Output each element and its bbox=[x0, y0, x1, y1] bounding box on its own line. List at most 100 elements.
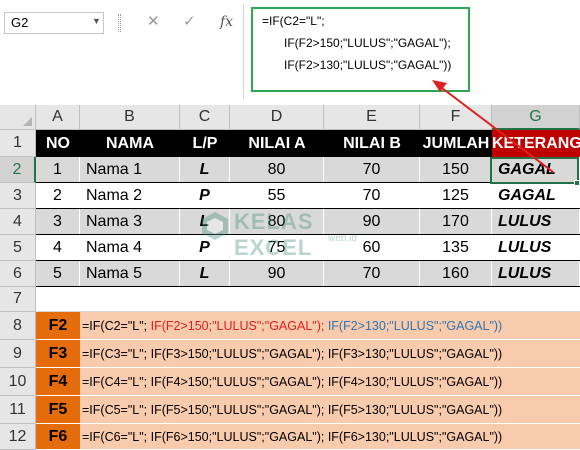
cell-keterangan[interactable]: LULUS bbox=[492, 209, 580, 234]
formula-cell-label[interactable]: F3 bbox=[36, 340, 80, 368]
row-header-11[interactable]: 11 bbox=[0, 396, 36, 424]
cell-keterangan[interactable]: LULUS bbox=[492, 261, 580, 286]
formula-part-false: IF(F6>130;"LULUS";"GAGAL")) bbox=[324, 430, 503, 444]
cell-nilai-b[interactable]: 70 bbox=[324, 183, 420, 208]
formula-cell-label[interactable]: F4 bbox=[36, 368, 80, 396]
cell-no[interactable]: 4 bbox=[36, 235, 80, 260]
cell-no[interactable]: 1 bbox=[36, 157, 80, 182]
formula-cell-label[interactable]: F5 bbox=[36, 396, 80, 424]
cell-jumlah[interactable]: 160 bbox=[420, 261, 492, 286]
cell-jumlah[interactable]: 150 bbox=[420, 157, 492, 182]
column-header-a[interactable]: A bbox=[36, 105, 80, 130]
cell-nilai-b[interactable]: 70 bbox=[324, 261, 420, 286]
cell-lp[interactable]: L bbox=[180, 209, 230, 234]
enter-icon[interactable]: ✓ bbox=[183, 12, 196, 32]
formula-bar-splitter[interactable] bbox=[118, 14, 121, 32]
formula-cell-label[interactable]: F2 bbox=[36, 312, 80, 340]
cell-nama[interactable]: Nama 5 bbox=[80, 261, 180, 286]
column-header-c[interactable]: C bbox=[180, 105, 230, 130]
name-box-value: G2 bbox=[11, 15, 29, 30]
cancel-icon[interactable]: ✕ bbox=[147, 12, 160, 32]
column-header-d[interactable]: D bbox=[230, 105, 324, 130]
formula-input[interactable]: =IF(C2="L"; IF(F2>150;"LULUS";"GAGAL"); … bbox=[251, 7, 470, 92]
header-keterangan[interactable]: KETERANGAN bbox=[492, 130, 580, 157]
row-header-4[interactable]: 4 bbox=[0, 209, 36, 235]
worksheet-grid: A B C D E F G 1 2 3 4 5 6 7 8 9 10 11 12… bbox=[0, 105, 580, 450]
header-nilai-b[interactable]: NILAI B bbox=[324, 130, 420, 157]
column-header-g[interactable]: G bbox=[492, 105, 580, 130]
formula-bar-area: G2 ▼ ✕ ✓ fx =IF(C2="L"; IF(F2>150;"LULUS… bbox=[0, 0, 580, 105]
name-box-dropdown-icon[interactable]: ▼ bbox=[92, 16, 101, 26]
formula-line-1: =IF(C2="L"; bbox=[262, 14, 325, 28]
cell-nilai-b[interactable]: 70 bbox=[324, 157, 420, 182]
cell-nama[interactable]: Nama 2 bbox=[80, 183, 180, 208]
row-header-8[interactable]: 8 bbox=[0, 312, 36, 340]
cell-nilai-b[interactable]: 60 bbox=[324, 235, 420, 260]
column-header-b[interactable]: B bbox=[80, 105, 180, 130]
row-header-6[interactable]: 6 bbox=[0, 261, 36, 287]
header-lp[interactable]: L/P bbox=[180, 130, 230, 157]
row-header-5[interactable]: 5 bbox=[0, 235, 36, 261]
cell-no[interactable]: 2 bbox=[36, 183, 80, 208]
header-no[interactable]: NO bbox=[36, 130, 80, 157]
formula-part-condition: =IF(C4="L"; bbox=[82, 375, 151, 389]
cell-nama[interactable]: Nama 1 bbox=[80, 157, 180, 182]
cell-lp[interactable]: L bbox=[180, 261, 230, 286]
column-header-e[interactable]: E bbox=[324, 105, 420, 130]
cell-jumlah[interactable]: 170 bbox=[420, 209, 492, 234]
formula-part-true: IF(F3>150;"LULUS";"GAGAL"); bbox=[150, 347, 325, 361]
column-header-f[interactable]: F bbox=[420, 105, 492, 130]
cell-keterangan[interactable]: GAGAL bbox=[492, 183, 580, 208]
cell-jumlah[interactable]: 125 bbox=[420, 183, 492, 208]
cell-nama[interactable]: Nama 3 bbox=[80, 209, 180, 234]
cell-no[interactable]: 3 bbox=[36, 209, 80, 234]
formula-part-false: IF(F3>130;"LULUS";"GAGAL")) bbox=[324, 347, 503, 361]
cell-nilai-a[interactable]: 80 bbox=[230, 209, 324, 234]
name-box[interactable]: G2 bbox=[4, 12, 104, 34]
formula-text[interactable]: =IF(C5="L"; IF(F5>150;"LULUS";"GAGAL"); … bbox=[80, 396, 580, 424]
row-header-3[interactable]: 3 bbox=[0, 183, 36, 209]
cell-no[interactable]: 5 bbox=[36, 261, 80, 286]
row-header-9[interactable]: 9 bbox=[0, 340, 36, 368]
formula-text[interactable]: =IF(C6="L"; IF(F6>150;"LULUS";"GAGAL"); … bbox=[80, 424, 580, 450]
formula-line-2: IF(F2>150;"LULUS";"GAGAL"); bbox=[284, 36, 451, 50]
formula-text[interactable]: =IF(C4="L"; IF(F4>150;"LULUS";"GAGAL"); … bbox=[80, 368, 580, 396]
formula-part-false: IF(F5>130;"LULUS";"GAGAL")) bbox=[324, 403, 503, 417]
row-header-2[interactable]: 2 bbox=[0, 157, 36, 183]
formula-part-condition: =IF(C3="L"; bbox=[82, 347, 151, 361]
cell-nilai-a[interactable]: 55 bbox=[230, 183, 324, 208]
cell-lp[interactable]: P bbox=[180, 183, 230, 208]
select-all-icon bbox=[23, 117, 32, 126]
table-row: 1 Nama 1 L 80 70 150 GAGAL bbox=[36, 157, 580, 183]
cell-lp[interactable]: L bbox=[180, 157, 230, 182]
cell-jumlah[interactable]: 135 bbox=[420, 235, 492, 260]
formula-part-condition: =IF(C2="L"; bbox=[82, 319, 151, 333]
header-jumlah[interactable]: JUMLAH bbox=[420, 130, 492, 157]
row-header-7[interactable]: 7 bbox=[0, 287, 36, 312]
cell-nilai-a[interactable]: 75 bbox=[230, 235, 324, 260]
header-nilai-a[interactable]: NILAI A bbox=[230, 130, 324, 157]
table-row: 3 Nama 3 L 80 90 170 LULUS bbox=[36, 209, 580, 235]
cell-lp[interactable]: P bbox=[180, 235, 230, 260]
empty-row[interactable] bbox=[36, 287, 580, 312]
header-nama[interactable]: NAMA bbox=[80, 130, 180, 157]
cell-keterangan[interactable]: LULUS bbox=[492, 235, 580, 260]
formula-part-condition: =IF(C5="L"; bbox=[82, 403, 151, 417]
formula-part-false: IF(F2>130;"LULUS";"GAGAL")) bbox=[324, 319, 503, 333]
cell-nama[interactable]: Nama 4 bbox=[80, 235, 180, 260]
cell-nilai-a[interactable]: 80 bbox=[230, 157, 324, 182]
formula-part-condition: =IF(C6="L"; bbox=[82, 430, 151, 444]
row-header-12[interactable]: 12 bbox=[0, 424, 36, 450]
select-all-button[interactable] bbox=[0, 105, 36, 130]
formula-cell-label[interactable]: F6 bbox=[36, 424, 80, 450]
cell-nilai-a[interactable]: 90 bbox=[230, 261, 324, 286]
row-header-1[interactable]: 1 bbox=[0, 130, 36, 157]
fill-handle[interactable] bbox=[574, 180, 580, 186]
row-header-10[interactable]: 10 bbox=[0, 368, 36, 396]
cell-keterangan[interactable]: GAGAL bbox=[492, 157, 580, 182]
cell-nilai-b[interactable]: 90 bbox=[324, 209, 420, 234]
insert-function-icon[interactable]: fx bbox=[220, 12, 233, 32]
formula-text[interactable]: =IF(C3="L"; IF(F3>150;"LULUS";"GAGAL"); … bbox=[80, 340, 580, 368]
table-row: 2 Nama 2 P 55 70 125 GAGAL bbox=[36, 183, 580, 209]
formula-text[interactable]: =IF(C2="L"; IF(F2>150;"LULUS";"GAGAL"); … bbox=[80, 312, 580, 340]
